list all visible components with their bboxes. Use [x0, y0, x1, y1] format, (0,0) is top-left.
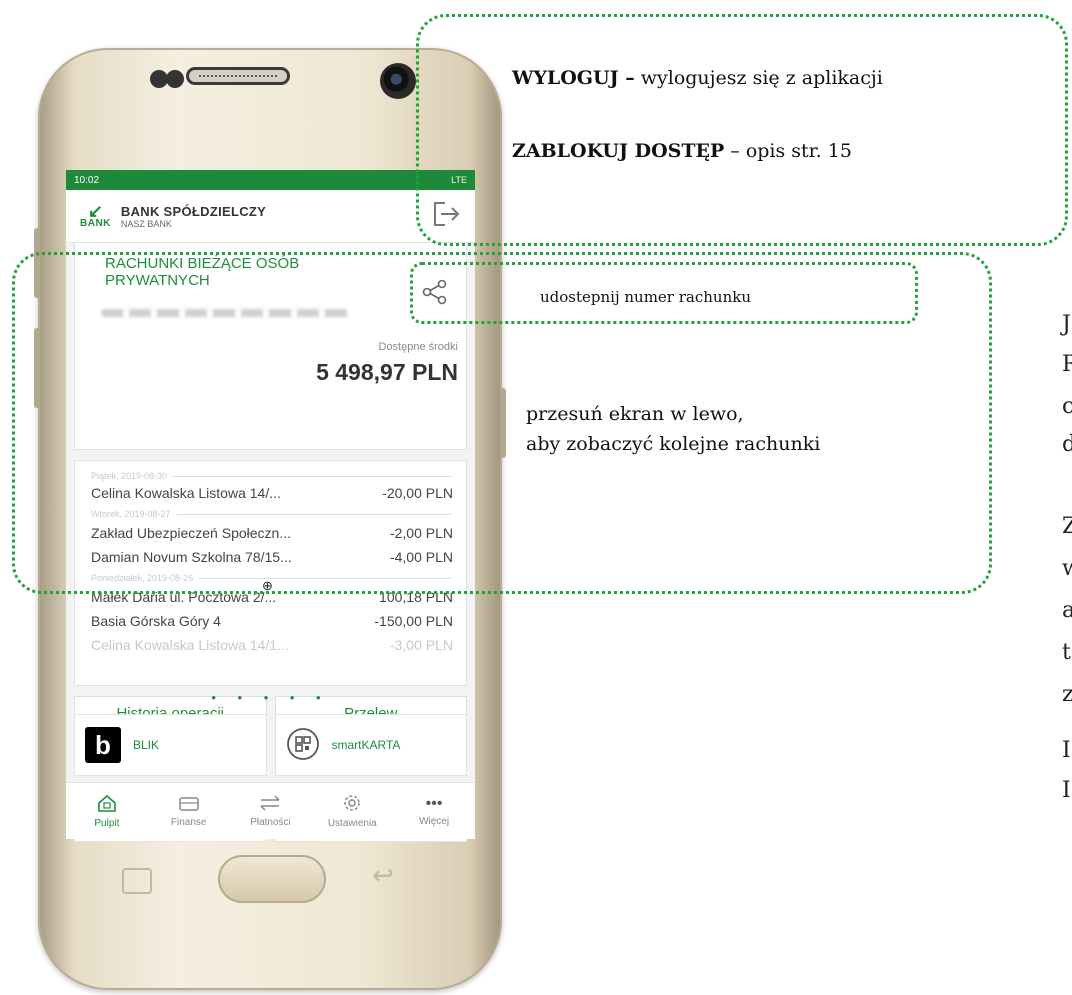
- account-actions: Historia operacji Przelew: [74, 696, 467, 730]
- edge-letter: c: [1062, 394, 1072, 419]
- edge-letter: I: [1062, 778, 1071, 803]
- edge-letter: t: [1062, 640, 1071, 665]
- edge-letter: a: [1062, 598, 1072, 623]
- logout-note-text: wylogujesz się z aplikacji: [634, 67, 883, 89]
- sensor-dot: [166, 70, 184, 88]
- sensor-dot-2: [150, 70, 168, 88]
- back-key-icon[interactable]: ↩: [372, 860, 394, 891]
- home-button[interactable]: [218, 855, 326, 903]
- logo-arrow-icon: ↙: [87, 200, 103, 221]
- swipe-note-line2: aby zobaczyć kolejne rachunki: [526, 433, 821, 455]
- block-note-text: – opis str. 15: [724, 140, 852, 162]
- recent-apps-key[interactable]: [122, 868, 152, 894]
- bank-logo: ↙ BANK: [80, 200, 111, 229]
- transfer-button[interactable]: Przelew: [274, 696, 467, 730]
- table-row[interactable]: Basia Górska Góry 4 -150,00 PLN: [91, 613, 453, 629]
- status-bar: 10:02 LTE: [66, 170, 475, 190]
- app-header: ↙ BANK BANK SPÓŁDZIELCZY NASZ BANK: [66, 190, 475, 243]
- block-note-bold: ZABLOKUJ DOSTĘP: [512, 140, 725, 162]
- speaker-grille: [186, 67, 290, 85]
- edge-letter: I: [1062, 738, 1071, 763]
- edge-letter: R: [1062, 352, 1072, 377]
- bank-subname: NASZ BANK: [120, 218, 172, 229]
- logout-note-bold: WYLOGUJ –: [512, 67, 635, 89]
- history-button[interactable]: Historia operacji: [74, 696, 267, 730]
- logout-callout: [416, 14, 1068, 246]
- swipe-note-line1: przesuń ekran w lewo,: [526, 403, 744, 425]
- logo-text: BANK: [80, 217, 111, 229]
- front-camera: [380, 63, 416, 99]
- table-row[interactable]: Celina Kowalska Listowa 14/1... -3,00 PLN: [91, 637, 453, 653]
- edge-letter: J: [1062, 312, 1071, 337]
- bank-name: BANK SPÓŁDZIELCZY: [120, 203, 267, 219]
- swipe-note: przesuń ekran w lewo, aby zobaczyć kolej…: [526, 399, 820, 459]
- edge-letter: Z: [1062, 514, 1072, 539]
- share-note: udostepnij numer rachunku: [540, 288, 751, 306]
- edge-letter: z: [1062, 682, 1072, 707]
- edge-letter: w: [1062, 556, 1072, 581]
- edge-letter: d: [1062, 432, 1072, 457]
- logout-note: WYLOGUJ – wylogujesz się z aplikacji: [512, 67, 883, 89]
- status-time: 10:02: [74, 174, 100, 186]
- block-access-note: ZABLOKUJ DOSTĘP – opis str. 15: [512, 140, 852, 162]
